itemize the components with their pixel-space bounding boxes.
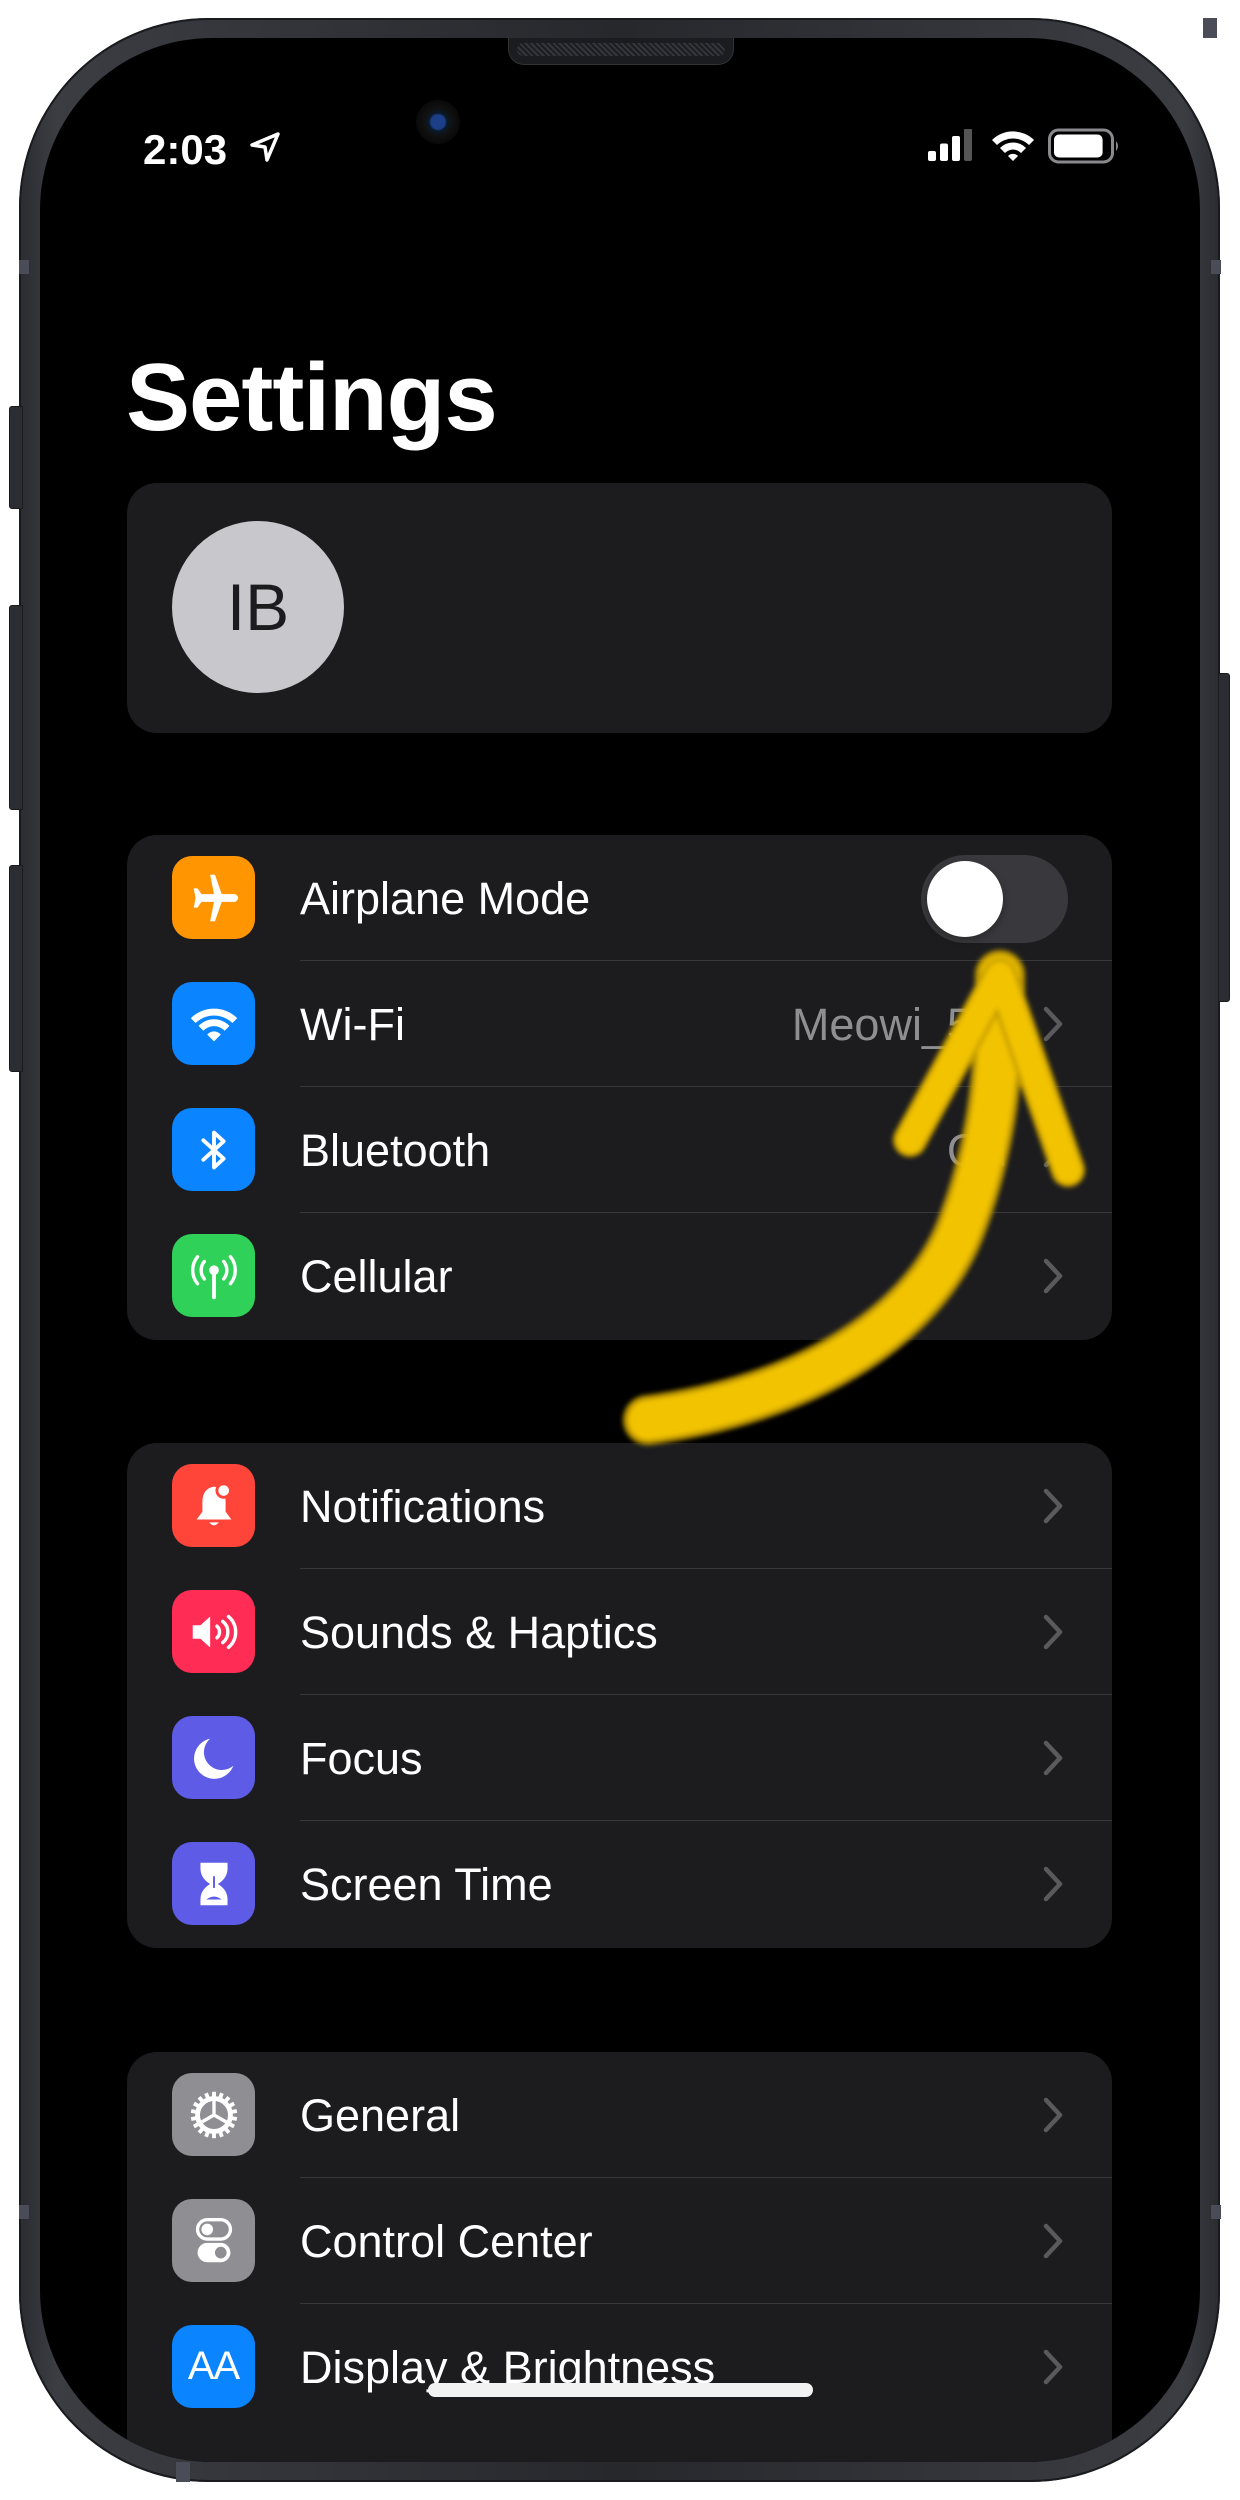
location-arrow-icon [250, 132, 280, 162]
row-label: Bluetooth [300, 1125, 491, 1176]
row-label: General [300, 2090, 461, 2141]
antenna-line [19, 2205, 29, 2219]
status-time: 2:03 [143, 126, 228, 173]
avatar: IB [172, 521, 344, 693]
settings-group-attention: Notifications Sounds & Haptics Focus Scr… [127, 1443, 1112, 1948]
row-screen-time[interactable]: Screen Time [127, 1821, 1112, 1947]
settings-group-system: General Control Center AA Display & Brig… [127, 2052, 1112, 2462]
airplane-icon [172, 856, 255, 939]
row-label: Focus [300, 1733, 423, 1784]
chevron-right-icon [1043, 2097, 1063, 2133]
row-label: Notifications [300, 1481, 546, 1532]
text-size-icon: AA [172, 2325, 255, 2408]
row-cellular[interactable]: Cellular [127, 1213, 1112, 1339]
row-label: Wi-Fi [300, 999, 405, 1050]
speaker-grille [517, 43, 725, 56]
hourglass-icon [172, 1842, 255, 1925]
bluetooth-icon [172, 1108, 255, 1191]
row-focus[interactable]: Focus [127, 1695, 1112, 1821]
row-label: Cellular [300, 1251, 453, 1302]
row-notifications[interactable]: Notifications [127, 1443, 1112, 1569]
home-indicator[interactable] [428, 2383, 813, 2397]
speaker-icon [172, 1590, 255, 1673]
antenna-line [1203, 18, 1217, 38]
bell-icon [172, 1464, 255, 1547]
chevron-right-icon [1043, 1006, 1063, 1042]
side-button [1218, 673, 1230, 1002]
battery-icon [1048, 128, 1118, 164]
row-sounds-haptics[interactable]: Sounds & Haptics [127, 1569, 1112, 1695]
screen: 2:03 Settings IB Airplane Mode Wi-Fi Meo… [40, 38, 1200, 2462]
action-button [9, 406, 23, 509]
page-title: Settings [126, 344, 498, 451]
chevron-right-icon [1043, 1614, 1063, 1650]
volume-down-button [9, 865, 23, 1072]
text-size-glyph: AA [187, 2344, 240, 2388]
row-bluetooth[interactable]: Bluetooth On [127, 1087, 1112, 1213]
chevron-right-icon [1043, 1866, 1063, 1902]
antenna-line [1211, 2205, 1221, 2219]
chevron-right-icon [1043, 1132, 1063, 1168]
chevron-right-icon [1043, 2349, 1063, 2385]
antenna-line [1211, 260, 1221, 274]
toggle-knob[interactable] [927, 861, 1003, 937]
antenna-line [19, 260, 29, 274]
row-label: Control Center [300, 2216, 593, 2267]
antenna-line [176, 2462, 190, 2482]
wifi-status-icon [992, 131, 1034, 161]
row-airplane-mode: Airplane Mode [127, 835, 1112, 961]
row-general[interactable]: General [127, 2052, 1112, 2178]
moon-icon [172, 1716, 255, 1799]
wifi-icon [172, 982, 255, 1065]
bluetooth-status-value: On [946, 1125, 1007, 1176]
volume-up-button [9, 605, 23, 810]
row-display-brightness[interactable]: AA Display & Brightness [127, 2304, 1112, 2430]
chevron-right-icon [1043, 2223, 1063, 2259]
switches-icon [172, 2199, 255, 2282]
signal-bar [940, 143, 948, 161]
signal-bar [964, 129, 972, 161]
gear-icon [172, 2073, 255, 2156]
row-control-center[interactable]: Control Center [127, 2178, 1112, 2304]
front-camera [416, 100, 460, 144]
row-label: Screen Time [300, 1859, 553, 1910]
cellular-antenna-icon [172, 1234, 255, 1317]
signal-bar [952, 136, 960, 161]
chevron-right-icon [1043, 1740, 1063, 1776]
row-label: Sounds & Haptics [300, 1607, 658, 1658]
wifi-network-value: Meowi_5G [791, 999, 1007, 1050]
speaker-notch [508, 38, 734, 65]
row-wifi[interactable]: Wi-Fi Meowi_5G [127, 961, 1112, 1087]
chevron-right-icon [1043, 1488, 1063, 1524]
row-label: Airplane Mode [300, 873, 591, 924]
chevron-right-icon [1043, 1258, 1063, 1294]
cellular-signal-icon [928, 129, 972, 161]
signal-bar [928, 151, 936, 161]
settings-group-connectivity: Airplane Mode Wi-Fi Meowi_5G Bluetooth O… [127, 835, 1112, 1340]
airplane-mode-toggle[interactable] [921, 855, 1068, 943]
apple-account-card[interactable]: IB [127, 483, 1112, 733]
